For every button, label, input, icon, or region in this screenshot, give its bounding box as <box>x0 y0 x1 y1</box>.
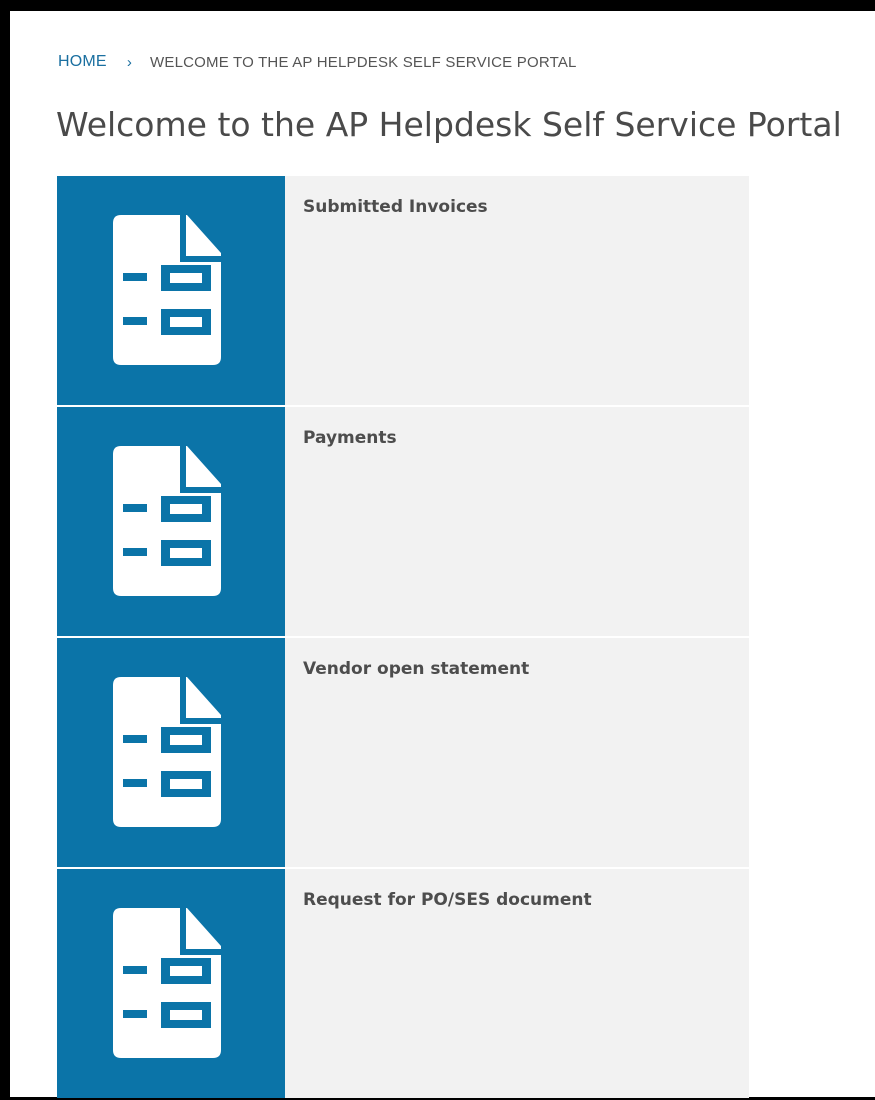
breadcrumb: HOME › WELCOME TO THE AP HELPDESK SELF S… <box>58 53 577 71</box>
tile-label[interactable]: Request for PO/SES document <box>303 890 592 1098</box>
form-document-icon <box>113 445 221 596</box>
tile-icon-panel <box>57 869 285 1098</box>
breadcrumb-current-page: WELCOME TO THE AP HELPDESK SELF SERVICE … <box>150 53 577 71</box>
form-document-icon <box>113 214 221 365</box>
form-document-icon <box>113 907 221 1058</box>
tile-submitted-invoices[interactable]: Submitted Invoices <box>57 176 749 405</box>
tile-icon-panel <box>57 638 285 867</box>
tile-vendor-open-statement[interactable]: Vendor open statement <box>57 638 749 867</box>
breadcrumb-chevron-icon: › <box>126 53 133 71</box>
page-frame: HOME › WELCOME TO THE AP HELPDESK SELF S… <box>0 0 875 1100</box>
tile-icon-panel <box>57 407 285 636</box>
tile-icon-panel <box>57 176 285 405</box>
tile-payments[interactable]: Payments <box>57 407 749 636</box>
service-tiles: Submitted Invoices Payments Vendor open … <box>57 176 749 1100</box>
form-document-icon <box>113 676 221 827</box>
tile-label[interactable]: Submitted Invoices <box>303 197 488 405</box>
page-title: Welcome to the AP Helpdesk Self Service … <box>56 105 842 144</box>
tile-label[interactable]: Vendor open statement <box>303 659 529 867</box>
tile-request-po-ses-document[interactable]: Request for PO/SES document <box>57 869 749 1098</box>
tile-label[interactable]: Payments <box>303 428 397 636</box>
breadcrumb-home-link[interactable]: HOME <box>58 53 107 71</box>
